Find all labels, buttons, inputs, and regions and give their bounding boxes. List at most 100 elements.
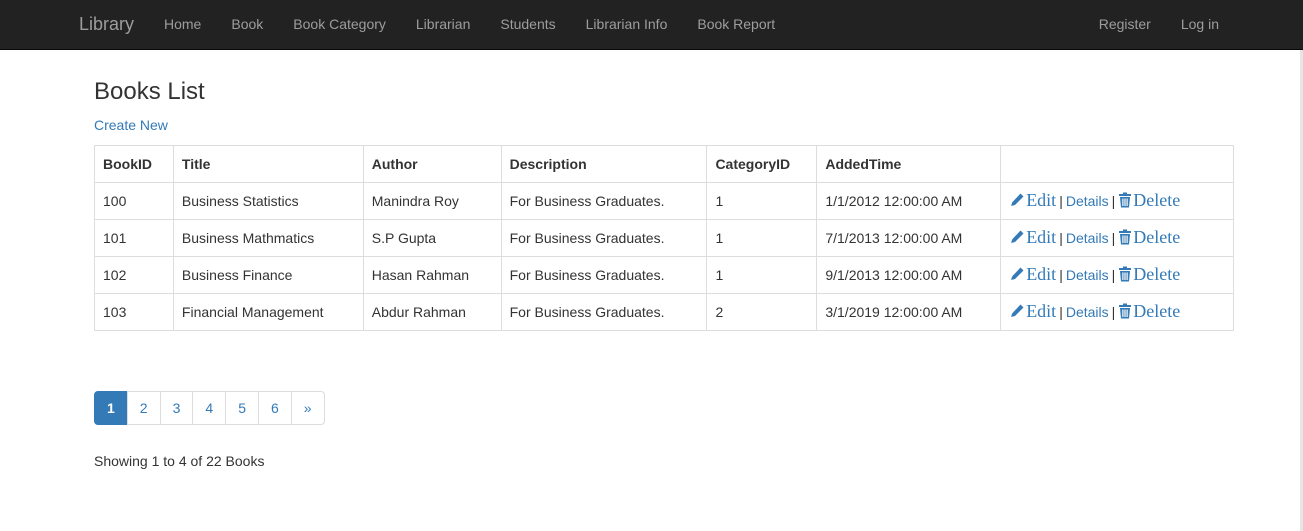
cell-title: Business Finance [172,256,364,294]
action-separator: | [1059,192,1063,209]
action-separator: | [1111,266,1116,283]
pencil-icon [1009,192,1025,213]
cell-author: Hasan Rahman [362,256,502,294]
details-link[interactable]: Details [1066,304,1109,320]
nav-home[interactable]: Home [149,0,216,50]
trash-icon [1118,266,1132,287]
action-separator: | [1111,303,1116,320]
action-separator: | [1059,229,1063,246]
cell-author: Abdur Rahman [362,293,502,331]
trash-icon [1118,229,1132,250]
action-separator: | [1059,303,1063,320]
cell-addedtime: 3/1/2019 12:00:00 AM [816,293,1002,331]
delete-link[interactable]: Delete [1118,190,1180,210]
nav-book[interactable]: Book [216,0,278,50]
nav-book-report[interactable]: Book Report [682,0,790,50]
pagination: 1 2 3 4 5 6» [94,391,325,425]
showing-count: Showing 1 to 4 of 22 Books [94,453,265,469]
trash-icon [1118,303,1132,324]
delete-link[interactable]: Delete [1118,264,1180,284]
edit-link[interactable]: Edit [1009,190,1056,210]
cell-title: Financial Management [172,293,364,331]
header-addedtime: AddedTime [816,145,1002,183]
cell-actions: Edit | Details | Delete [1000,256,1234,294]
header-categoryid: CategoryID [706,145,818,183]
cell-title: Business Statistics [172,182,364,220]
cell-categoryid: 1 [706,219,818,257]
nav-students[interactable]: Students [485,0,570,50]
page-3[interactable]: 3 [159,391,194,425]
edit-label: Edit [1026,189,1057,210]
cell-addedtime: 7/1/2013 12:00:00 AM [816,219,1002,257]
page-next[interactable]: » [290,391,325,425]
books-table: BookID Title Author Description Category… [94,145,1234,331]
pencil-icon [1009,266,1025,287]
cell-addedtime: 9/1/2013 12:00:00 AM [816,256,1002,294]
header-author: Author [362,145,502,183]
nav-register[interactable]: Register [1084,0,1166,50]
page-5[interactable]: 5 [225,391,259,425]
cell-author: S.P Gupta [362,219,502,257]
table-row: 101 Business Mathmatics S.P Gupta For Busin… [94,219,1234,257]
table-header-row: BookID Title Author Description Category… [94,145,1234,183]
brand-link[interactable]: Library [79,13,134,35]
action-separator: | [1111,229,1116,246]
delete-label: Delete [1133,189,1181,210]
page-title: Books List [94,78,205,105]
cell-bookid: 102 [94,256,174,294]
cell-description: For Business Graduates. [500,293,708,331]
delete-link[interactable]: Delete [1118,227,1180,247]
edit-link[interactable]: Edit [1009,227,1056,247]
delete-label: Delete [1133,263,1181,284]
cell-categoryid: 2 [706,293,818,331]
table-row: 100 Business Statistics Manindra Roy For Bu… [94,182,1234,220]
cell-actions: Edit | Details | Delete [1000,182,1234,220]
pencil-icon [1009,303,1025,324]
delete-link[interactable]: Delete [1118,301,1180,321]
header-bookid: BookID [94,145,174,183]
top-navbar: Library Home Book Book Category Libraria… [0,0,1303,50]
nav-book-category[interactable]: Book Category [278,0,401,50]
edit-label: Edit [1026,263,1057,284]
nav-right: Register Log in [1084,0,1234,50]
cell-actions: Edit | Details | Delete [1000,219,1234,257]
create-new-link[interactable]: Create New [94,116,168,134]
pencil-icon [1009,229,1025,250]
action-separator: | [1111,192,1116,209]
delete-label: Delete [1133,300,1181,321]
trash-icon [1118,192,1132,213]
table-row: 102 Business Finance Hasan Rahman For Busin… [94,256,1234,294]
edit-label: Edit [1026,300,1057,321]
header-actions [1000,145,1234,183]
page-4[interactable]: 4 [192,391,227,425]
cell-description: For Business Graduates. [500,219,708,257]
cell-description: For Business Graduates. [500,256,708,294]
delete-label: Delete [1133,226,1181,247]
edit-label: Edit [1026,226,1057,247]
page-2[interactable]: 2 [126,391,161,425]
page-6[interactable]: 6 [257,391,292,425]
cell-bookid: 103 [94,293,174,331]
table-row: 103 Financial Management Abdur Rahman For B… [94,293,1234,331]
details-link[interactable]: Details [1066,267,1109,283]
cell-categoryid: 1 [706,256,818,294]
cell-title: Business Mathmatics [172,219,364,257]
nav-links: Home Book Book Category Librarian Studen… [149,0,790,50]
details-link[interactable]: Details [1066,230,1109,246]
cell-description: For Business Graduates. [500,182,708,220]
cell-bookid: 100 [94,182,174,220]
cell-author: Manindra Roy [362,182,502,220]
cell-addedtime: 1/1/2012 12:00:00 AM [816,182,1002,220]
action-separator: | [1059,266,1063,283]
nav-librarian-info[interactable]: Librarian Info [571,0,683,50]
page-1[interactable]: 1 [94,391,128,425]
header-title: Title [172,145,364,183]
details-link[interactable]: Details [1066,193,1109,209]
nav-librarian[interactable]: Librarian [401,0,485,50]
cell-categoryid: 1 [706,182,818,220]
edit-link[interactable]: Edit [1009,264,1056,284]
edit-link[interactable]: Edit [1009,301,1056,321]
table-body: 100 Business Statistics Manindra Roy For Bu… [94,182,1234,331]
cell-bookid: 101 [94,219,174,257]
nav-login[interactable]: Log in [1166,0,1234,50]
